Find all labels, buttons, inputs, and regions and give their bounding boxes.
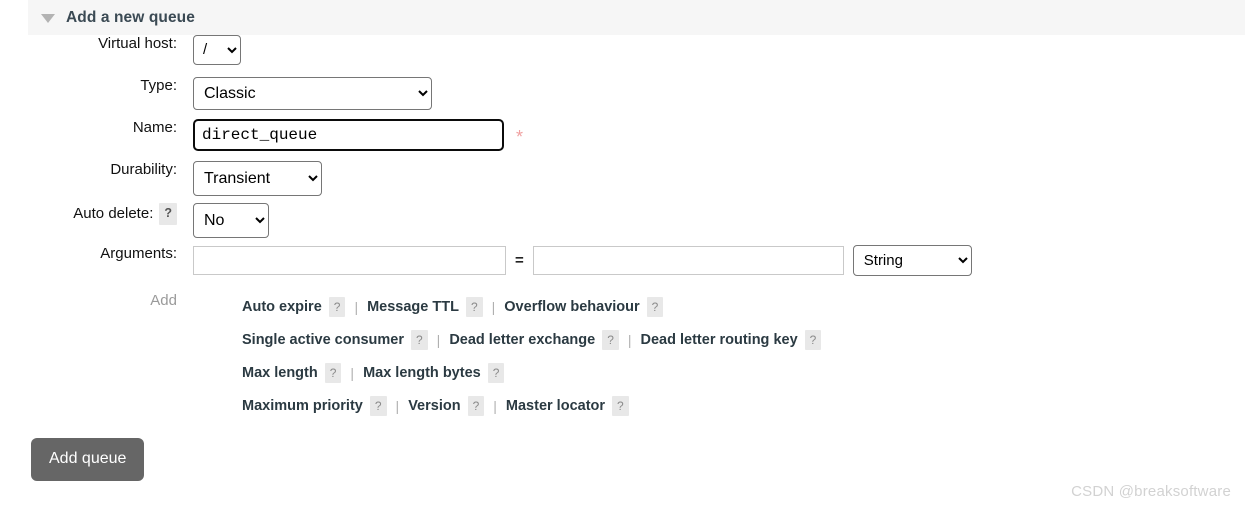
max-length-help-icon[interactable]: ? [324,362,342,383]
label-name: Name: [0,119,177,136]
dead-letter-routing-key-help-icon[interactable]: ? [804,329,822,350]
form-row-durability: Durability: Transient [0,161,1245,203]
preset-separator: | [436,331,441,348]
preset-separator: | [627,331,632,348]
preset-row: Max length ? | Max length bytes ? [242,356,821,389]
version-help-icon[interactable]: ? [467,395,485,416]
preset-separator: | [493,397,497,414]
add-argument-link[interactable]: Add [0,290,177,309]
page-title: Add a new queue [66,8,195,26]
form-row-type: Type: Classic [0,77,1245,119]
control-arguments: = String [193,245,972,276]
overflow-behaviour-help-icon[interactable]: ? [646,296,664,317]
preset-max-length-bytes[interactable]: Max length bytes [363,365,481,381]
preset-single-active-consumer[interactable]: Single active consumer [242,332,404,348]
equals-sign: = [515,252,524,269]
preset-row: Auto expire ? | Message TTL ? | Overflow… [242,290,821,323]
preset-master-locator[interactable]: Master locator [506,398,605,414]
preset-auto-expire[interactable]: Auto expire [242,299,322,315]
control-type: Classic [193,77,432,110]
preset-version[interactable]: Version [408,398,460,414]
control-auto-delete: No [193,203,269,238]
watermark: CSDN @breaksoftware [1071,483,1231,500]
auto-expire-help-icon[interactable]: ? [328,296,346,317]
queue-name-input[interactable] [193,119,504,151]
section-header[interactable]: Add a new queue [28,0,1245,35]
form-row-virtual-host: Virtual host: / [0,35,1245,77]
preset-row: Single active consumer ? | Dead letter e… [242,323,822,356]
preset-lines: Auto expire ? | Message TTL ? | Overflow… [193,290,822,422]
label-type-text: Type: [140,77,177,94]
form-row-auto-delete: Auto delete: ? No [0,203,1245,245]
argument-type-select[interactable]: String [852,245,972,276]
virtual-host-select[interactable]: / [193,35,241,65]
preset-maximum-priority[interactable]: Maximum priority [242,398,363,414]
argument-key-input[interactable] [193,246,506,275]
required-asterisk: * [516,127,524,147]
preset-separator: | [395,397,400,414]
label-virtual-host: Virtual host: [0,35,177,52]
control-name: * [193,119,523,151]
preset-dead-letter-exchange[interactable]: Dead letter exchange [449,332,595,348]
preset-dead-letter-routing-key[interactable]: Dead letter routing key [641,332,798,348]
form-row-name: Name: * [0,119,1245,161]
dead-letter-exchange-help-icon[interactable]: ? [602,329,619,350]
preset-message-ttl[interactable]: Message TTL [367,299,459,315]
control-durability: Transient [193,161,322,196]
type-select[interactable]: Classic [193,77,432,110]
add-queue-button[interactable]: Add queue [31,438,145,481]
preset-separator: | [354,298,359,315]
argument-value-input[interactable] [532,246,844,275]
label-arguments: Arguments: [0,245,177,262]
max-length-bytes-help-icon[interactable]: ? [487,362,505,383]
preset-separator: | [350,364,355,381]
label-name-text: Name: [132,119,177,136]
label-arguments-text: Arguments: [100,245,177,262]
auto-delete-help-icon[interactable]: ? [159,203,177,225]
preset-row: Maximum priority ? | Version ? | Master … [242,389,821,422]
add-queue-form: Virtual host: / Type: Classic Name: * [0,35,1245,422]
label-virtual-host-text: Virtual host: [98,35,177,52]
preset-overflow-behaviour[interactable]: Overflow behaviour [504,299,639,315]
master-locator-help-icon[interactable]: ? [612,395,629,416]
label-durability-text: Durability: [110,161,177,178]
maximum-priority-help-icon[interactable]: ? [369,395,387,416]
auto-delete-select[interactable]: No [193,203,269,238]
control-virtual-host: / [193,35,241,65]
label-type: Type: [0,77,177,94]
message-ttl-help-icon[interactable]: ? [465,296,483,317]
preset-max-length[interactable]: Max length [242,365,318,381]
label-auto-delete: Auto delete: ? [0,203,177,225]
preset-separator: | [491,298,496,315]
label-auto-delete-text: Auto delete: [73,205,154,223]
single-active-consumer-help-icon[interactable]: ? [410,329,428,350]
label-durability: Durability: [0,161,177,178]
caret-down-icon[interactable] [41,14,55,23]
argument-presets: Add Auto expire ? | Message TTL ? | Over… [0,290,1245,422]
form-row-arguments: Arguments: = String [0,245,1245,287]
durability-select[interactable]: Transient [193,161,322,196]
